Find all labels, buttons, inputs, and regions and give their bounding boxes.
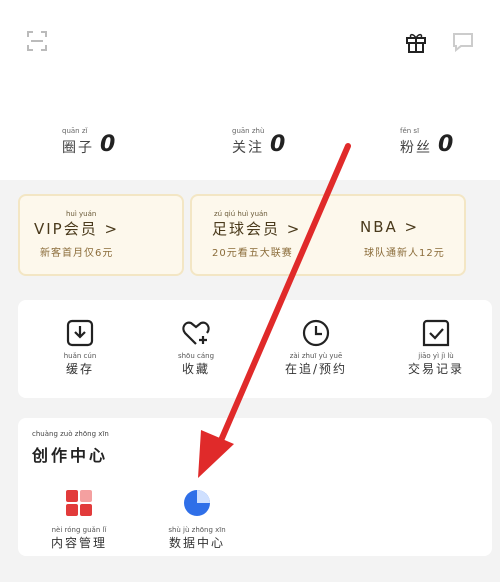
pie-chart-icon	[184, 490, 210, 516]
vip-pinyin: huì yuán	[66, 210, 97, 218]
nba-title: NBA >	[360, 218, 420, 236]
stat-label: 圈子	[62, 140, 94, 156]
content-management[interactable]: nèi róng guǎn lǐ 内容管理	[34, 488, 124, 551]
stat-following[interactable]: guān zhù 关注 0	[232, 127, 286, 157]
grid-icon	[66, 490, 92, 516]
download-icon	[66, 319, 94, 347]
football-title: 足球会员 >	[212, 220, 302, 238]
creation-center: chuàng zuò zhōng xīn 创作中心 nèi róng guǎn …	[18, 418, 492, 556]
tools-grid: huǎn cún 缓存 shōu cáng 收藏 zài zhuī yù yuē…	[18, 300, 492, 398]
stat-value: 0	[100, 132, 116, 157]
tool-label: 交易记录	[407, 362, 464, 376]
top-bar	[0, 0, 500, 80]
stat-fans[interactable]: fěn sī 粉丝 0	[400, 127, 454, 157]
creation-pinyin: chuàng zuò zhōng xīn	[32, 430, 109, 438]
football-pinyin: zú qiú huì yuán	[214, 210, 268, 218]
stat-label: 粉丝	[400, 140, 432, 156]
vip-subtitle: 新客首月仅6元	[40, 248, 114, 259]
heart-plus-icon	[182, 321, 210, 345]
tool-label: 在追/预约	[284, 362, 348, 376]
sports-card: zú qiú huì yuán 足球会员 > 20元看五大联赛 NBA > 球队…	[190, 194, 466, 276]
clock-icon	[302, 319, 330, 347]
creation-item-pinyin: shù jù zhōng xīn	[168, 526, 226, 534]
tool-transactions[interactable]: jiāo yì jì lù 交易记录	[396, 318, 476, 377]
stat-circles[interactable]: quān zǐ 圈子 0	[62, 127, 116, 157]
tool-label: 缓存	[65, 362, 94, 376]
scan-icon[interactable]	[26, 30, 48, 52]
creation-item-label: 内容管理	[50, 536, 107, 550]
stat-pinyin: quān zǐ	[62, 127, 88, 135]
tool-favorites[interactable]: shōu cáng 收藏	[156, 318, 236, 377]
vip-card[interactable]: huì yuán VIP会员 > 新客首月仅6元	[18, 194, 184, 276]
tool-cache[interactable]: huǎn cún 缓存	[40, 318, 120, 377]
stat-label: 关注	[232, 140, 264, 156]
check-box-icon	[422, 319, 450, 347]
nba-subtitle: 球队通新人12元	[364, 248, 445, 259]
vip-title: VIP会员 >	[34, 220, 120, 238]
tool-pinyin: zài zhuī yù yuē	[289, 352, 343, 360]
stat-pinyin: fěn sī	[400, 127, 420, 135]
creation-item-label: 数据中心	[168, 536, 225, 550]
creation-heading: 创作中心	[32, 446, 109, 465]
data-center[interactable]: shù jù zhōng xīn 数据中心	[152, 488, 242, 551]
stats-row: quān zǐ 圈子 0 guān zhù 关注 0 fěn sī 粉丝 0	[0, 80, 500, 180]
tool-following-reservations[interactable]: zài zhuī yù yuē 在追/预约	[276, 318, 356, 377]
message-icon[interactable]	[452, 32, 474, 52]
creation-item-pinyin: nèi róng guǎn lǐ	[51, 526, 107, 534]
stat-value: 0	[438, 132, 454, 157]
stat-pinyin: guān zhù	[232, 127, 265, 135]
tool-label: 收藏	[181, 362, 210, 376]
tool-pinyin: jiāo yì jì lù	[418, 352, 454, 360]
tool-pinyin: huǎn cún	[63, 352, 97, 360]
tool-pinyin: shōu cáng	[177, 352, 215, 360]
stat-value: 0	[270, 132, 286, 157]
football-subtitle: 20元看五大联赛	[212, 248, 293, 259]
gift-icon[interactable]	[404, 30, 428, 54]
